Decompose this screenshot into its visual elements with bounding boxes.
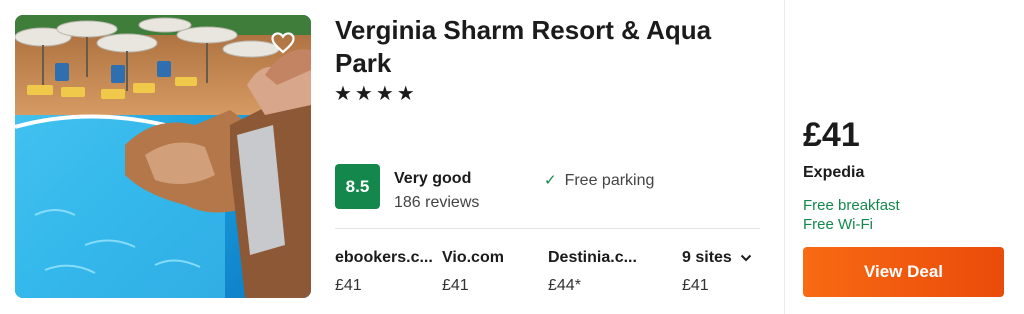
- site-price: £41: [335, 277, 362, 294]
- site-name: Destinia.c...: [548, 249, 637, 266]
- more-sites-price: £41: [682, 277, 709, 294]
- hotel-name[interactable]: Verginia Sharm Resort & Aqua Park: [335, 14, 755, 80]
- more-sites-toggle[interactable]: 9 sites: [682, 248, 762, 268]
- save-favorite-button[interactable]: [267, 27, 299, 59]
- more-sites-label: 9 sites: [682, 249, 732, 266]
- site-offer-ebookers[interactable]: ebookers.c... £41: [335, 248, 435, 296]
- perk-free-wifi: Free Wi-Fi: [803, 216, 873, 233]
- site-price: £44*: [548, 277, 581, 294]
- check-icon: ✓: [544, 172, 557, 189]
- view-deal-button[interactable]: View Deal: [803, 247, 1004, 297]
- site-name: ebookers.c...: [335, 249, 433, 266]
- hotel-result-card: Verginia Sharm Resort & Aqua Park ★★★★ 8…: [0, 0, 1024, 314]
- site-offer-destinia[interactable]: Destinia.c... £44*: [548, 248, 648, 296]
- rating-score-badge: 8.5: [335, 164, 380, 209]
- rating-label: Very good: [394, 170, 472, 187]
- hotel-photo[interactable]: [15, 15, 311, 298]
- review-count[interactable]: 186 reviews: [394, 193, 479, 213]
- amenity-free-parking: ✓ Free parking: [544, 171, 654, 191]
- site-offer-vio[interactable]: Vio.com £41: [442, 248, 542, 296]
- column-divider: [784, 0, 785, 314]
- site-price: £41: [442, 277, 469, 294]
- perk-free-breakfast: Free breakfast: [803, 197, 900, 214]
- heart-icon: [271, 32, 295, 54]
- best-price: £41: [803, 116, 860, 154]
- chevron-down-icon: [740, 254, 752, 262]
- amenity-label: Free parking: [564, 172, 655, 189]
- site-name: Vio.com: [442, 249, 504, 266]
- best-price-provider: Expedia: [803, 164, 865, 181]
- more-sites-dropdown[interactable]: 9 sites £41: [682, 248, 762, 296]
- star-rating: ★★★★: [334, 83, 418, 105]
- divider: [335, 228, 760, 229]
